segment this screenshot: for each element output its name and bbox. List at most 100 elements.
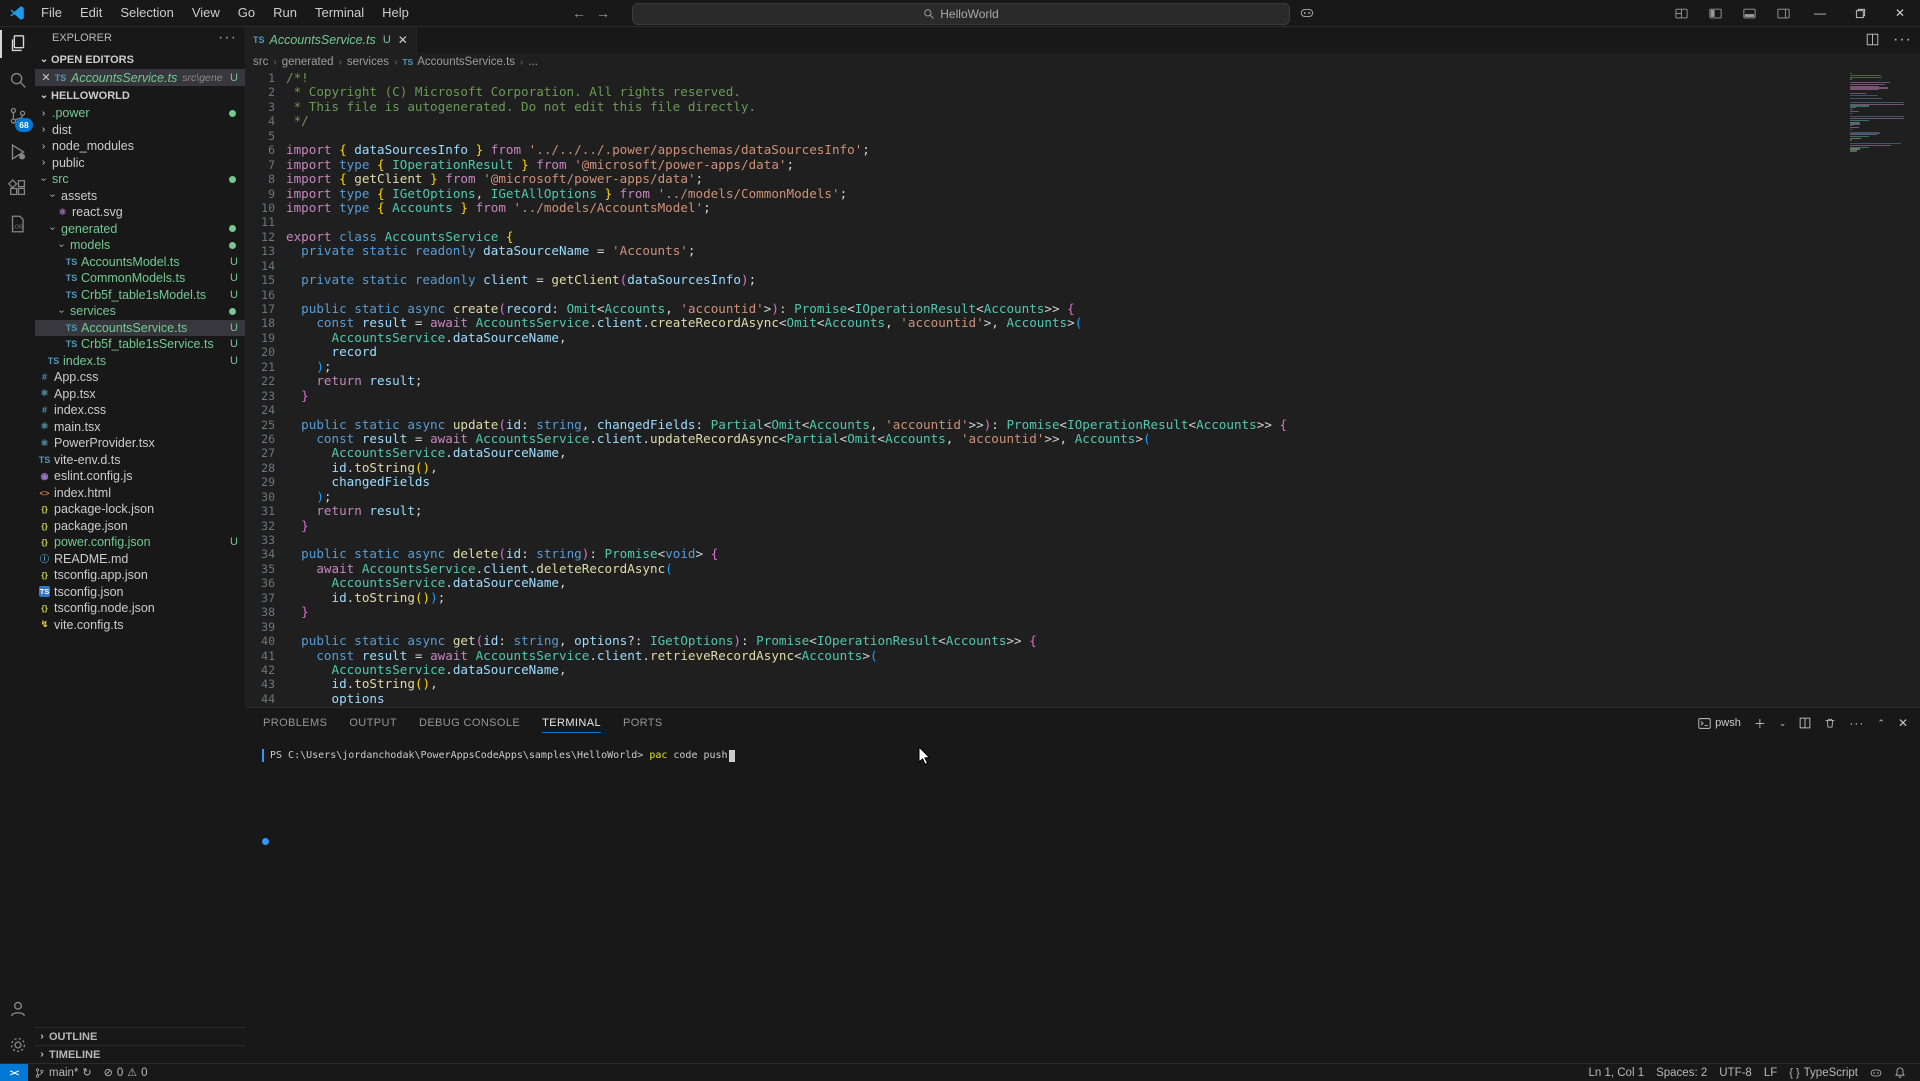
code-line-16[interactable]: 16: [245, 288, 1920, 302]
timeline-section[interactable]: › TIMELINE: [35, 1045, 245, 1063]
eol-item[interactable]: LF: [1758, 1067, 1783, 1079]
tree-folder-node_modules[interactable]: ›node_modules: [35, 138, 245, 155]
new-terminal-icon[interactable]: ＋: [1754, 715, 1766, 732]
code-line-20[interactable]: 20 record: [245, 345, 1920, 359]
code-line-26[interactable]: 26 const result = await AccountsService.…: [245, 432, 1920, 446]
code-line-23[interactable]: 23 }: [245, 389, 1920, 403]
code-line-35[interactable]: 35 await AccountsService.client.deleteRe…: [245, 562, 1920, 576]
code-line-12[interactable]: 12export class AccountsService {: [245, 230, 1920, 244]
encoding-item[interactable]: UTF-8: [1713, 1067, 1758, 1079]
tab-accountsservice[interactable]: TS AccountsService.ts U ✕: [245, 26, 417, 53]
close-icon[interactable]: ✕: [39, 71, 53, 84]
panel-more-actions-icon[interactable]: ···: [1849, 716, 1864, 730]
code-line-38[interactable]: 38 }: [245, 605, 1920, 619]
tree-file-Crb5f_table1sModel.ts[interactable]: TSCrb5f_table1sModel.tsU: [35, 287, 245, 304]
problems-item[interactable]: ⊘ 0 ⚠ 0: [98, 1064, 154, 1081]
toggle-secondary-sidebar-icon[interactable]: [1766, 0, 1800, 26]
nav-forward-icon[interactable]: →: [596, 5, 610, 21]
breadcrumb-item[interactable]: services: [347, 56, 389, 68]
code-line-30[interactable]: 30 );: [245, 490, 1920, 504]
activity-accounts[interactable]: [0, 991, 35, 1027]
activity-extensions[interactable]: [0, 170, 35, 206]
tree-folder-services[interactable]: ›services: [35, 303, 245, 320]
tree-file-README.md[interactable]: ⓘREADME.md: [35, 551, 245, 568]
split-terminal-icon[interactable]: [1799, 717, 1811, 729]
code-line-31[interactable]: 31 return result;: [245, 504, 1920, 518]
tree-folder-dist[interactable]: ›dist: [35, 122, 245, 139]
tree-file-package-lock.json[interactable]: {}package-lock.json: [35, 501, 245, 518]
nav-back-icon[interactable]: ←: [572, 5, 586, 21]
activity-explorer[interactable]: [0, 26, 35, 62]
code-line-17[interactable]: 17 public static async create(record: Om…: [245, 302, 1920, 316]
language-mode-item[interactable]: { } TypeScript: [1783, 1067, 1864, 1079]
activity-search[interactable]: [0, 62, 35, 98]
breadcrumb-item[interactable]: generated: [282, 56, 334, 68]
code-line-43[interactable]: 43 id.toString(),: [245, 677, 1920, 691]
toggle-panel-icon[interactable]: [1732, 0, 1766, 26]
panel-tab-problems[interactable]: PROBLEMS: [263, 708, 327, 738]
tree-file-vite.config.ts[interactable]: ↯vite.config.ts: [35, 617, 245, 634]
code-line-9[interactable]: 9import type { IGetOptions, IGetAllOptio…: [245, 187, 1920, 201]
outline-section[interactable]: › OUTLINE: [35, 1027, 245, 1045]
code-line-18[interactable]: 18 const result = await AccountsService.…: [245, 316, 1920, 330]
tree-folder-public[interactable]: ›public: [35, 155, 245, 172]
command-center-search[interactable]: HelloWorld: [632, 3, 1290, 25]
menu-selection[interactable]: Selection: [111, 0, 182, 26]
code-line-22[interactable]: 22 return result;: [245, 374, 1920, 388]
tree-file-react.svg[interactable]: ⚛react.svg: [35, 204, 245, 221]
open-editor-item[interactable]: ✕ TS AccountsService.ts src\generated\se…: [35, 69, 245, 86]
toggle-sidebar-icon[interactable]: [1698, 0, 1732, 26]
code-line-19[interactable]: 19 AccountsService.dataSourceName,: [245, 331, 1920, 345]
tree-file-power.config.json[interactable]: {}power.config.jsonU: [35, 534, 245, 551]
code-line-6[interactable]: 6import { dataSourcesInfo } from '../../…: [245, 143, 1920, 157]
tree-file-AccountsService.ts[interactable]: TSAccountsService.tsU: [35, 320, 245, 337]
code-line-32[interactable]: 32 }: [245, 519, 1920, 533]
code-line-4[interactable]: 4 */: [245, 114, 1920, 128]
menu-help[interactable]: Help: [373, 0, 418, 26]
close-window-button[interactable]: ✕: [1880, 0, 1920, 26]
panel-tab-debug-console[interactable]: DEBUG CONSOLE: [419, 708, 520, 738]
customize-layout-icon[interactable]: [1664, 0, 1698, 26]
activity-manage[interactable]: [0, 1027, 35, 1063]
tree-file-tsconfig.json[interactable]: TStsconfig.json: [35, 584, 245, 601]
git-branch-item[interactable]: main* ↻: [28, 1064, 98, 1081]
code-line-24[interactable]: 24: [245, 403, 1920, 417]
close-panel-icon[interactable]: ✕: [1898, 716, 1908, 730]
minimap[interactable]: [1850, 73, 1906, 153]
menu-view[interactable]: View: [183, 0, 229, 26]
code-line-44[interactable]: 44 options: [245, 692, 1920, 706]
code-line-29[interactable]: 29 changedFields: [245, 475, 1920, 489]
tree-file-eslint.config.js[interactable]: ◉eslint.config.js: [35, 468, 245, 485]
copilot-icon[interactable]: [1300, 6, 1314, 20]
tree-file-App.css[interactable]: #App.css: [35, 369, 245, 386]
menu-edit[interactable]: Edit: [71, 0, 111, 26]
code-line-39[interactable]: 39: [245, 620, 1920, 634]
panel-tab-terminal[interactable]: TERMINAL: [542, 708, 601, 738]
code-line-25[interactable]: 25 public static async update(id: string…: [245, 418, 1920, 432]
menu-file[interactable]: File: [32, 0, 71, 26]
tree-file-tsconfig.app.json[interactable]: {}tsconfig.app.json: [35, 567, 245, 584]
code-line-28[interactable]: 28 id.toString(),: [245, 461, 1920, 475]
tree-folder-generated[interactable]: ›generated: [35, 221, 245, 238]
tree-file-App.tsx[interactable]: ⚛App.tsx: [35, 386, 245, 403]
code-line-42[interactable]: 42 AccountsService.dataSourceName,: [245, 663, 1920, 677]
code-line-27[interactable]: 27 AccountsService.dataSourceName,: [245, 446, 1920, 460]
tree-folder-models[interactable]: ›models: [35, 237, 245, 254]
code-line-8[interactable]: 8import { getClient } from '@microsoft/p…: [245, 172, 1920, 186]
panel-tab-output[interactable]: OUTPUT: [349, 708, 397, 738]
tree-file-main.tsx[interactable]: ⚛main.tsx: [35, 419, 245, 436]
tree-file-index.html[interactable]: <>index.html: [35, 485, 245, 502]
breadcrumb[interactable]: src›generated›services›TSAccountsService…: [245, 53, 1920, 71]
tree-file-tsconfig.node.json[interactable]: {}tsconfig.node.json: [35, 600, 245, 617]
tree-folder-assets[interactable]: ›assets: [35, 188, 245, 205]
maximize-panel-icon[interactable]: ⌃: [1877, 718, 1885, 729]
minimize-button[interactable]: —: [1800, 0, 1840, 26]
menu-go[interactable]: Go: [229, 0, 264, 26]
code-line-15[interactable]: 15 private static readonly client = getC…: [245, 273, 1920, 287]
notifications-bell-icon[interactable]: [1888, 1066, 1912, 1079]
menu-run[interactable]: Run: [264, 0, 306, 26]
code-line-33[interactable]: 33: [245, 533, 1920, 547]
tree-file-Crb5f_table1sService.ts[interactable]: TSCrb5f_table1sService.tsU: [35, 336, 245, 353]
code-line-14[interactable]: 14: [245, 259, 1920, 273]
remote-indicator[interactable]: ><: [0, 1064, 28, 1081]
